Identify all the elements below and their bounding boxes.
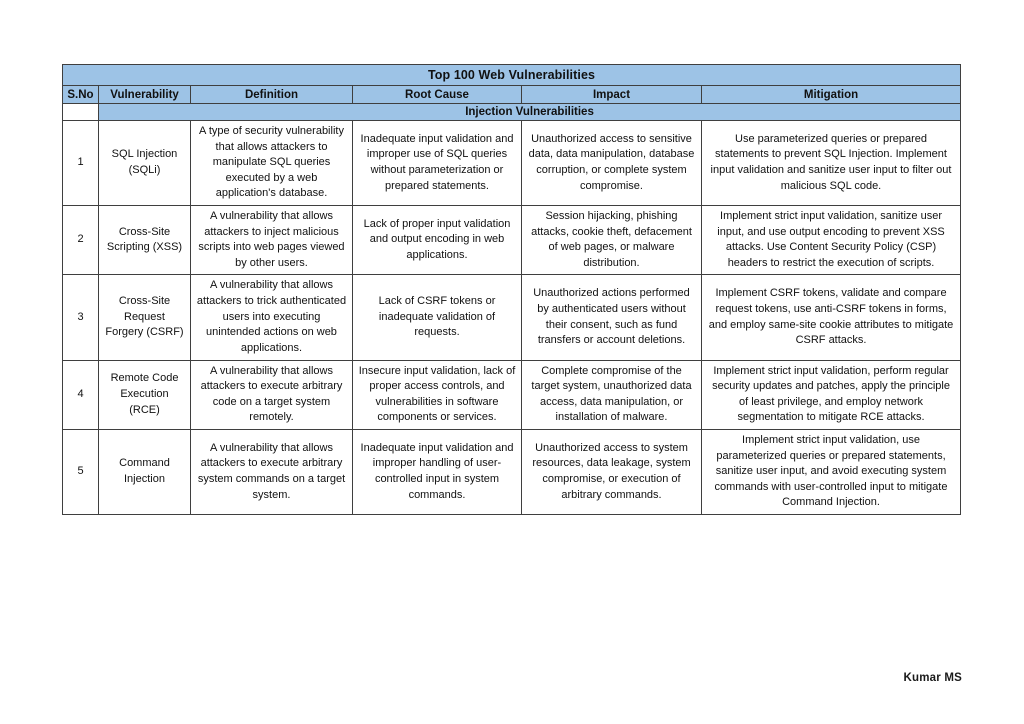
page-title: Top 100 Web Vulnerabilities [61,64,962,86]
section-blank-cell [62,103,99,121]
table-row: 3 Cross-Site Request Forgery (CSRF) A vu… [62,274,962,361]
column-header-root-cause: Root Cause [352,85,522,104]
cell-definition: A vulnerability that allows attackers to… [190,274,353,361]
cell-impact: Unauthorized access to sensitive data, d… [521,119,702,207]
cell-vulnerability: Command Injection [98,428,191,516]
table-row: 1 SQL Injection (SQLi) A type of securit… [62,119,962,207]
table-row: 2 Cross-Site Scripting (XSS) A vulnerabi… [62,205,962,276]
table-title-row: Top 100 Web Vulnerabilities [61,64,962,86]
cell-definition: A vulnerability that allows attackers to… [190,205,353,276]
cell-mitigation: Implement strict input validation, perfo… [700,359,962,430]
cell-sno: 4 [62,359,99,430]
cell-impact: Complete compromise of the target system… [521,359,702,430]
footer-author: Kumar MS [903,672,962,684]
cell-definition: A type of security vulnerability that al… [190,119,353,207]
vulnerabilities-table: Top 100 Web Vulnerabilities S.No Vulnera… [61,64,962,516]
cell-mitigation: Use parameterized queries or prepared st… [700,119,962,207]
cell-sno: 2 [62,205,99,276]
cell-impact: Unauthorized actions performed by authen… [521,274,702,361]
column-header-impact: Impact [521,85,702,104]
cell-root-cause: Insecure input validation, lack of prope… [352,359,522,430]
cell-root-cause: Lack of proper input validation and outp… [352,205,522,276]
cell-root-cause: Inadequate input validation and improper… [352,119,522,207]
cell-mitigation: Implement strict input validation, use p… [700,428,962,516]
cell-mitigation: Implement strict input validation, sanit… [700,205,962,276]
vulnerabilities-table-wrapper: Top 100 Web Vulnerabilities S.No Vulnera… [61,64,962,516]
cell-impact: Unauthorized access to system resources,… [521,428,702,516]
section-header-label: Injection Vulnerabilities [97,103,962,121]
cell-vulnerability: Cross-Site Scripting (XSS) [98,205,191,276]
table-row: 4 Remote Code Execution (RCE) A vulnerab… [62,359,962,430]
cell-sno: 1 [62,119,99,207]
cell-vulnerability: SQL Injection (SQLi) [98,119,191,207]
cell-sno: 3 [62,274,99,361]
cell-definition: A vulnerability that allows attackers to… [190,359,353,430]
cell-mitigation: Implement CSRF tokens, validate and comp… [700,274,962,361]
section-header-row: Injection Vulnerabilities [62,103,962,121]
document-page: Top 100 Web Vulnerabilities S.No Vulnera… [0,0,1024,724]
table-header-row: S.No Vulnerability Definition Root Cause… [62,85,962,104]
cell-vulnerability: Cross-Site Request Forgery (CSRF) [98,274,191,361]
cell-impact: Session hijacking, phishing attacks, coo… [521,205,702,276]
table-row: 5 Command Injection A vulnerability that… [62,428,962,516]
cell-root-cause: Lack of CSRF tokens or inadequate valida… [352,274,522,361]
cell-root-cause: Inadequate input validation and improper… [352,428,522,516]
column-header-vulnerability: Vulnerability [98,85,191,104]
cell-vulnerability: Remote Code Execution (RCE) [98,359,191,430]
column-header-mitigation: Mitigation [700,85,962,104]
cell-definition: A vulnerability that allows attackers to… [190,428,353,516]
cell-sno: 5 [62,428,99,516]
column-header-sno: S.No [62,85,99,104]
column-header-definition: Definition [190,85,353,104]
